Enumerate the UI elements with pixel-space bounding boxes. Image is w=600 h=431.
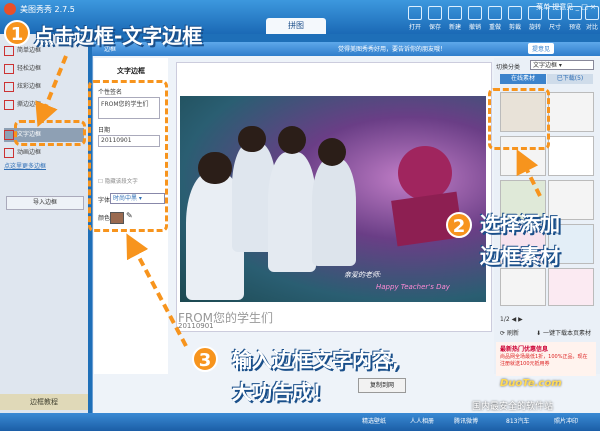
arrow-step-1 — [35, 55, 68, 128]
arrow-step-2 — [516, 149, 542, 197]
arrow-step-3 — [126, 233, 188, 347]
annotation-arrows — [35, 55, 542, 347]
